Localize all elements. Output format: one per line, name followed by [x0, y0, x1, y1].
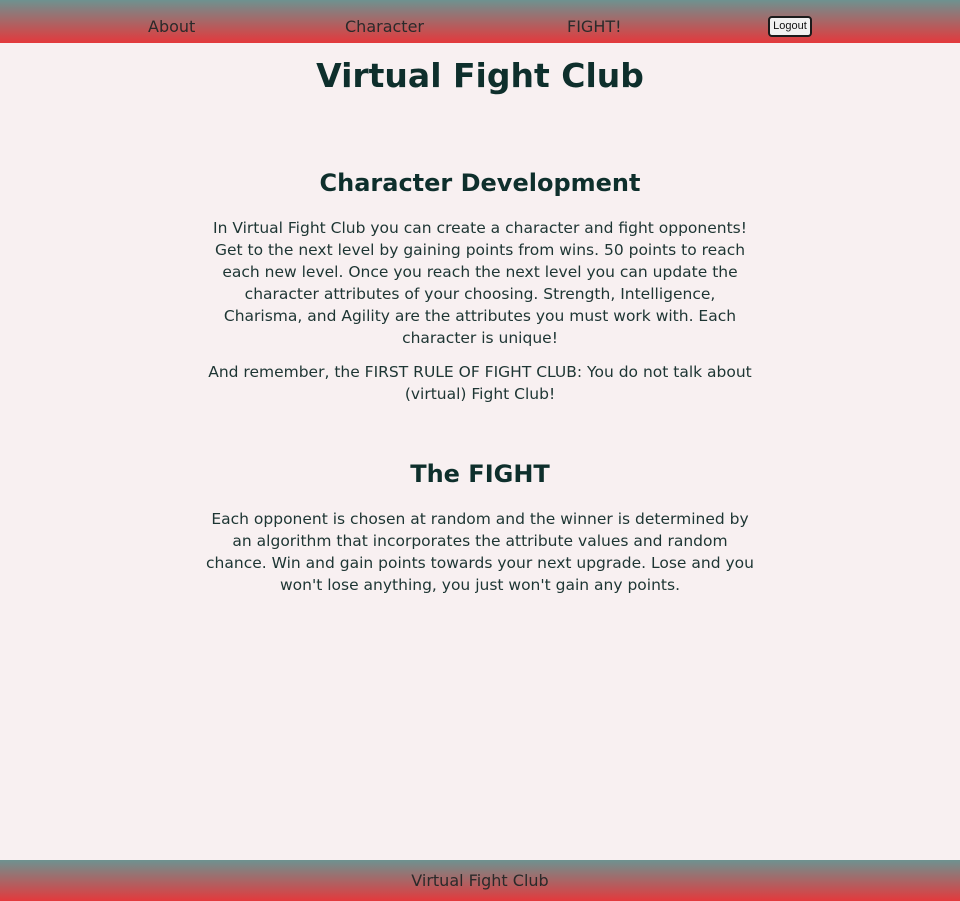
nav-link-about[interactable]: About — [148, 17, 195, 37]
nav-link-character[interactable]: Character — [345, 17, 424, 37]
character-development-paragraph: In Virtual Fight Club you can create a c… — [213, 219, 747, 347]
logout-button[interactable]: Logout — [768, 16, 812, 37]
character-development-section: Character Development In Virtual Fight C… — [205, 168, 755, 405]
first-rule-paragraph: And remember, the FIRST RULE OF FIGHT CL… — [208, 363, 752, 403]
character-development-heading: Character Development — [319, 169, 641, 197]
fight-section: The FIGHT Each opponent is chosen at ran… — [205, 459, 755, 596]
footer: Virtual Fight Club — [0, 860, 960, 901]
page-title: Virtual Fight Club — [316, 56, 644, 95]
nav-link-fight[interactable]: FIGHT! — [567, 17, 622, 37]
fight-paragraph: Each opponent is chosen at random and th… — [206, 510, 754, 594]
top-navbar: About Character FIGHT! Logout — [0, 0, 960, 43]
fight-heading: The FIGHT — [410, 460, 550, 488]
footer-text: Virtual Fight Club — [411, 871, 549, 890]
